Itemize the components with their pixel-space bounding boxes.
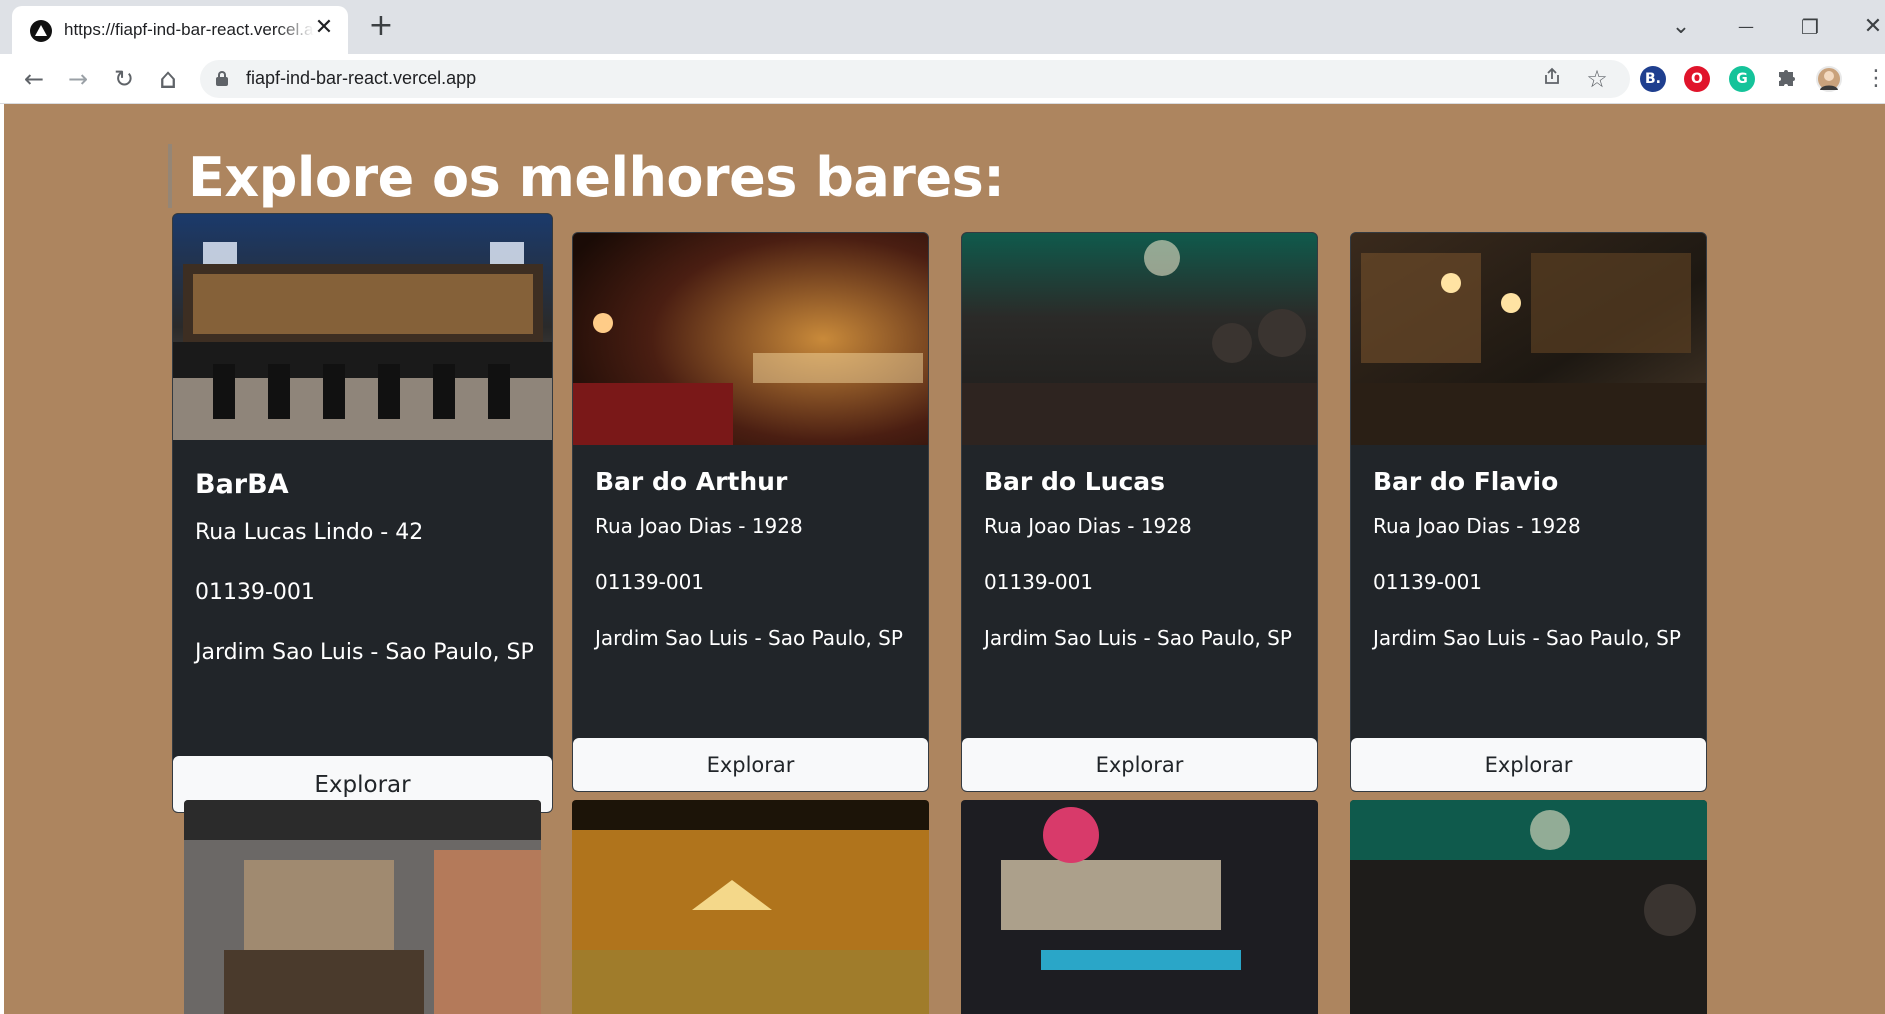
bar-photo: [173, 214, 552, 440]
new-tab-button[interactable]: +: [366, 11, 396, 42]
lock-icon[interactable]: [216, 71, 228, 86]
home-button[interactable]: ⌂: [152, 63, 184, 95]
browser-window: https://fiapf-ind-bar-react.vercel.app ✕…: [0, 0, 1885, 1014]
page-title: Explore os melhores bares:: [188, 146, 1005, 209]
bar-district: Jardim Sao Luis - Sao Paulo, SP: [595, 626, 903, 650]
bar-name: Bar do Lucas: [984, 467, 1166, 496]
bar-cep: 01139-001: [595, 570, 705, 594]
bar-district: Jardim Sao Luis - Sao Paulo, SP: [1373, 626, 1681, 650]
extensions-puzzle-icon[interactable]: [1773, 66, 1799, 92]
back-button[interactable]: ←: [18, 63, 50, 95]
profile-avatar[interactable]: [1816, 66, 1842, 92]
tab-strip: https://fiapf-ind-bar-react.vercel.app ✕…: [0, 0, 1885, 54]
bar-card[interactable]: Bar do Arthur Rua Joao Dias - 1928 01139…: [572, 232, 929, 792]
bar-photo: [573, 233, 928, 445]
vercel-favicon-icon: [30, 20, 52, 42]
minimize-button[interactable]: —: [1731, 12, 1761, 42]
page-viewport: Explore os melhores bares: BarBA Rua Luc…: [4, 104, 1885, 1014]
bar-address: Rua Joao Dias - 1928: [984, 514, 1192, 538]
tab-search-chevron-icon[interactable]: ⌄: [1666, 12, 1696, 42]
bar-address: Rua Joao Dias - 1928: [595, 514, 803, 538]
bar-card-photo[interactable]: [572, 800, 929, 1014]
bar-district: Jardim Sao Luis - Sao Paulo, SP: [984, 626, 1292, 650]
reload-button[interactable]: ↻: [108, 63, 140, 95]
bar-photo: [962, 233, 1317, 445]
tab-close-icon[interactable]: ✕: [312, 16, 336, 40]
browser-menu-icon[interactable]: ⋮: [1860, 63, 1885, 95]
bar-name: Bar do Arthur: [595, 467, 788, 496]
bar-cep: 01139-001: [984, 570, 1094, 594]
explore-button[interactable]: Explorar: [962, 738, 1317, 791]
url-text[interactable]: fiapf-ind-bar-react.vercel.app: [246, 68, 476, 89]
bar-cep: 01139-001: [195, 580, 315, 605]
bar-card[interactable]: Bar do Flavio Rua Joao Dias - 1928 01139…: [1350, 232, 1707, 792]
bar-card-photo[interactable]: [184, 800, 541, 1014]
bar-card[interactable]: BarBA Rua Lucas Lindo - 42 01139-001 Jar…: [172, 213, 553, 813]
bar-photo: [1351, 233, 1706, 445]
grammarly-extension-icon[interactable]: G: [1729, 66, 1755, 92]
bar-cep: 01139-001: [1373, 570, 1483, 594]
explore-button[interactable]: Explorar: [573, 738, 928, 791]
share-icon[interactable]: [1538, 65, 1566, 93]
bar-card-photo[interactable]: [961, 800, 1318, 1014]
opera-extension-icon[interactable]: O: [1684, 66, 1710, 92]
address-bar[interactable]: fiapf-ind-bar-react.vercel.app ☆: [200, 60, 1630, 98]
bar-name: BarBA: [195, 469, 289, 500]
booking-extension-icon[interactable]: B.: [1640, 66, 1666, 92]
close-window-button[interactable]: ✕: [1858, 12, 1885, 42]
title-accent-bar: [168, 144, 172, 208]
bar-address: Rua Lucas Lindo - 42: [195, 520, 424, 545]
bar-card[interactable]: Bar do Lucas Rua Joao Dias - 1928 01139-…: [961, 232, 1318, 792]
restore-button[interactable]: ❐: [1795, 12, 1825, 42]
bar-address: Rua Joao Dias - 1928: [1373, 514, 1581, 538]
bar-card-photo[interactable]: [1350, 800, 1707, 1014]
browser-tab[interactable]: https://fiapf-ind-bar-react.vercel.app ✕: [12, 6, 348, 54]
forward-button[interactable]: →: [62, 63, 94, 95]
explore-button[interactable]: Explorar: [1351, 738, 1706, 791]
bar-district: Jardim Sao Luis - Sao Paulo, SP: [195, 640, 534, 665]
bar-name: Bar do Flavio: [1373, 467, 1559, 496]
bookmark-star-icon[interactable]: ☆: [1583, 65, 1611, 93]
tab-title: https://fiapf-ind-bar-react.vercel.app: [64, 20, 314, 39]
browser-toolbar: ← → ↻ ⌂ fiapf-ind-bar-react.vercel.app ☆…: [0, 54, 1885, 104]
